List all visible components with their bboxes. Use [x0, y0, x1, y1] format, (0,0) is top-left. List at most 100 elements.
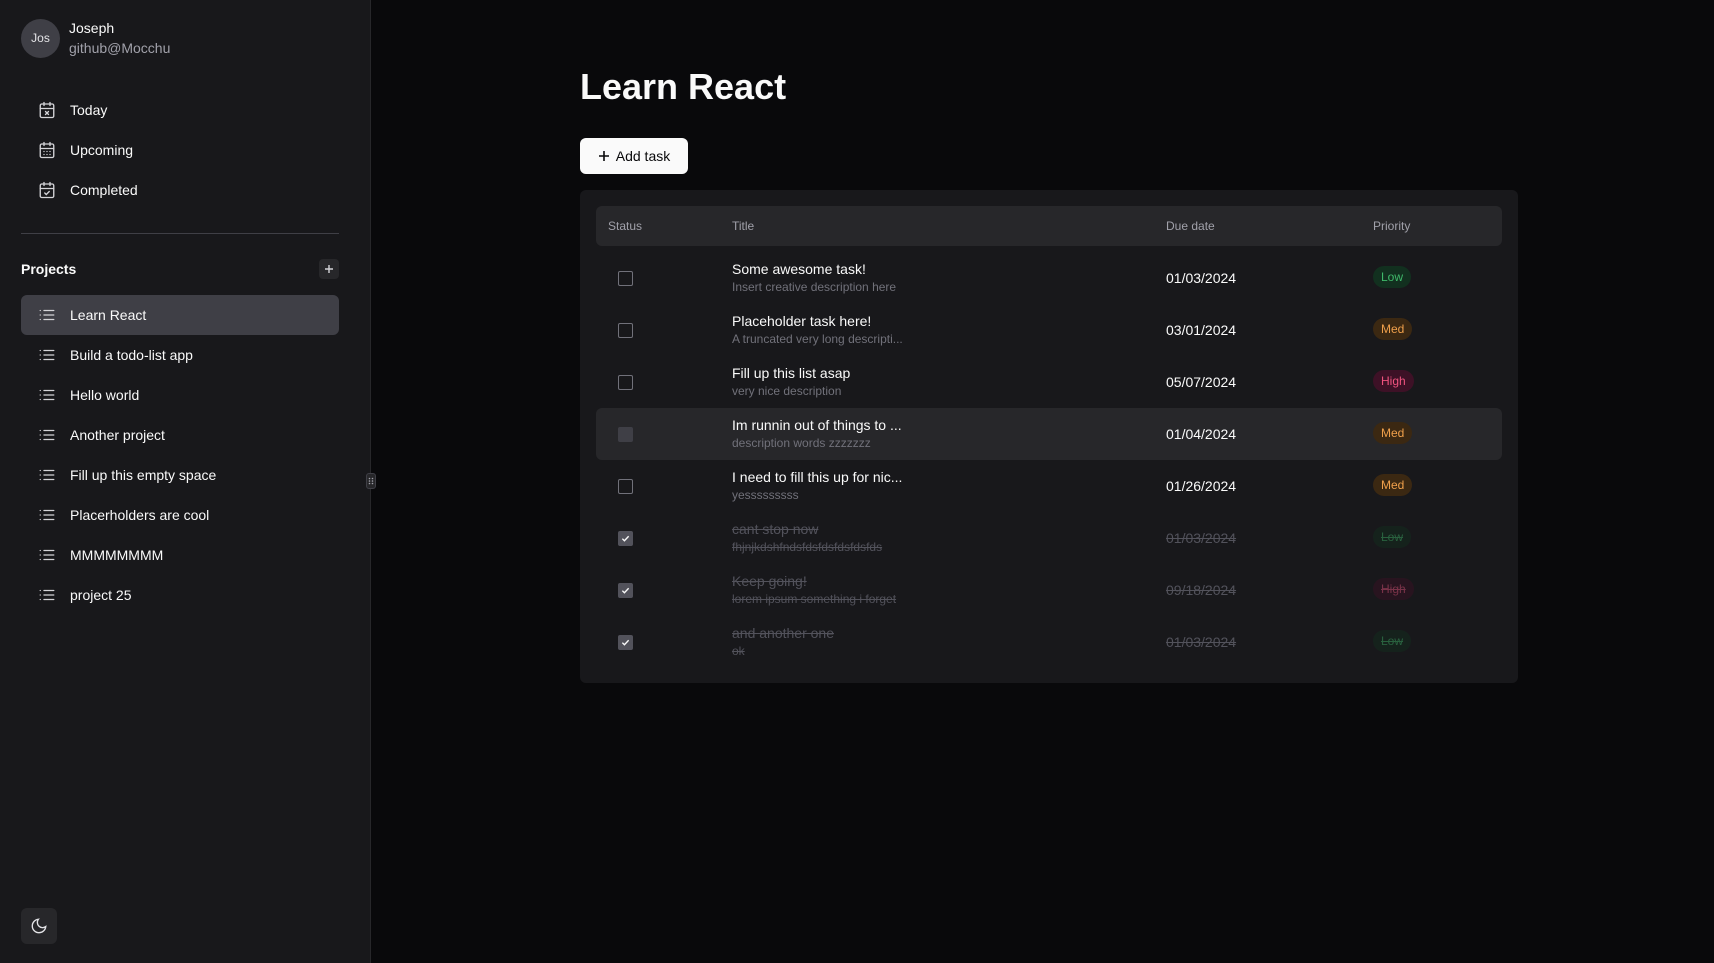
priority-badge: Med	[1373, 422, 1413, 444]
calendar-check-icon	[37, 180, 57, 200]
user-profile[interactable]: Jos Joseph github@Mocchu	[21, 18, 170, 58]
task-checkbox[interactable]	[618, 427, 633, 442]
add-task-button[interactable]: Add task	[580, 138, 688, 174]
table-row[interactable]: Placeholder task here! A truncated very l…	[596, 304, 1502, 356]
avatar[interactable]: Jos	[21, 18, 60, 58]
check-icon	[621, 587, 630, 594]
task-description: A truncated very long descripti...	[732, 332, 903, 346]
nav-item-upcoming[interactable]: Upcoming	[21, 130, 339, 170]
user-name: Joseph	[69, 20, 115, 36]
task-description: ok	[732, 644, 745, 658]
task-title[interactable]: Keep going!	[732, 573, 807, 589]
priority-label: Med	[1381, 478, 1405, 492]
moon-icon	[31, 918, 47, 934]
header-status[interactable]: Status	[608, 219, 642, 233]
project-item-label: Learn React	[70, 307, 147, 323]
add-project-button[interactable]	[319, 259, 339, 279]
priority-label: Low	[1381, 634, 1404, 648]
table-row[interactable]: cant stop now fhjnjkdshfndsfdsfdsfdsfdsfd…	[596, 512, 1502, 564]
header-due-date[interactable]: Due date	[1166, 219, 1215, 233]
priority-label: High	[1381, 374, 1406, 388]
task-checkbox[interactable]	[618, 375, 633, 390]
theme-toggle-button[interactable]	[21, 908, 57, 944]
header-title[interactable]: Title	[732, 219, 754, 233]
table-row[interactable]: I need to fill this up for nic... yesssss…	[596, 460, 1502, 512]
task-description: description words zzzzzzz	[732, 436, 871, 450]
page-title: Learn React	[580, 66, 787, 107]
add-task-label: Add task	[615, 148, 671, 164]
sidebar-resize-handle[interactable]	[366, 473, 376, 489]
task-checkbox[interactable]	[618, 479, 633, 494]
user-handle: github@Mocchu	[69, 40, 171, 56]
project-item[interactable]: Learn React	[21, 295, 339, 335]
task-checkbox[interactable]	[618, 323, 633, 338]
task-title[interactable]: cant stop now	[732, 521, 818, 537]
priority-badge: High	[1373, 578, 1414, 600]
priority-label: Med	[1381, 426, 1405, 440]
priority-badge: High	[1373, 370, 1414, 392]
table-row[interactable]: Some awesome task! Insert creative descri…	[596, 252, 1502, 304]
list-icon	[37, 345, 57, 365]
table-row[interactable]: Im runnin out of things to ... descriptio…	[596, 408, 1502, 460]
nav-item-label: Upcoming	[70, 142, 134, 158]
projects-header: Projects	[21, 257, 339, 281]
task-checkbox[interactable]	[618, 583, 633, 598]
task-title[interactable]: and another one	[732, 625, 834, 641]
sidebar-divider	[21, 233, 339, 234]
task-title[interactable]: Fill up this list asap	[732, 365, 850, 381]
priority-badge: Med	[1373, 474, 1413, 496]
nav-item-completed[interactable]: Completed	[21, 170, 339, 210]
table-row[interactable]: Keep going! lorem ipsum something i forge…	[596, 564, 1502, 616]
task-due-date: 05/07/2024	[1166, 374, 1237, 390]
task-checkbox[interactable]	[618, 271, 633, 286]
priority-badge: Low	[1373, 266, 1412, 288]
task-title[interactable]: I need to fill this up for nic...	[732, 469, 902, 485]
project-list: Learn React Build a todo-list app Hello wo…	[21, 295, 339, 615]
task-due-date: 01/03/2024	[1166, 530, 1237, 546]
header-priority[interactable]: Priority	[1373, 219, 1410, 233]
project-item[interactable]: Another project	[21, 415, 339, 455]
project-item[interactable]: Hello world	[21, 375, 339, 415]
project-item-label: Another project	[70, 427, 165, 443]
list-icon	[37, 385, 57, 405]
priority-badge: Med	[1373, 318, 1413, 340]
project-item[interactable]: project 25	[21, 575, 339, 615]
nav-item-label: Today	[70, 102, 108, 118]
nav-item-label: Completed	[70, 182, 138, 198]
table-body: Some awesome task! Insert creative descri…	[596, 252, 1502, 668]
nav-item-today[interactable]: Today	[21, 90, 339, 130]
grip-icon	[368, 477, 374, 485]
project-item-label: Hello world	[70, 387, 140, 403]
plus-icon	[598, 150, 610, 162]
task-checkbox[interactable]	[618, 635, 633, 650]
priority-badge: Low	[1373, 526, 1412, 548]
task-due-date: 09/18/2024	[1166, 582, 1237, 598]
project-item[interactable]: Fill up this empty space	[21, 455, 339, 495]
task-due-date: 01/26/2024	[1166, 478, 1237, 494]
priority-label: Low	[1381, 270, 1404, 284]
priority-badge: Low	[1373, 630, 1412, 652]
project-item-label: Fill up this empty space	[70, 467, 217, 483]
project-item[interactable]: Placerholders are cool	[21, 495, 339, 535]
sidebar: Jos Joseph github@Mocchu Today Upcoming …	[0, 0, 371, 963]
table-row[interactable]: Fill up this list asap very nice descript…	[596, 356, 1502, 408]
check-icon	[621, 535, 630, 542]
task-description: yesssssssss	[732, 488, 799, 502]
table-row[interactable]: and another one ok 01/03/2024 Low	[596, 616, 1502, 668]
task-checkbox[interactable]	[618, 531, 633, 546]
project-item-label: Placerholders are cool	[70, 507, 210, 523]
project-item[interactable]: Build a todo-list app	[21, 335, 339, 375]
list-icon	[37, 425, 57, 445]
list-icon	[37, 505, 57, 525]
main-nav: Today Upcoming Completed	[21, 90, 339, 210]
priority-label: Low	[1381, 530, 1404, 544]
plus-icon	[325, 265, 333, 273]
project-item[interactable]: MMMMMMMM	[21, 535, 339, 575]
task-due-date: 01/03/2024	[1166, 634, 1237, 650]
task-title[interactable]: Some awesome task!	[732, 261, 866, 277]
task-description: fhjnjkdshfndsfdsfdsfdsfdsfds	[732, 540, 883, 554]
calendar-grid-icon	[37, 140, 57, 160]
task-title[interactable]: Im runnin out of things to ...	[732, 417, 902, 433]
task-description: very nice description	[732, 384, 842, 398]
task-title[interactable]: Placeholder task here!	[732, 313, 871, 329]
